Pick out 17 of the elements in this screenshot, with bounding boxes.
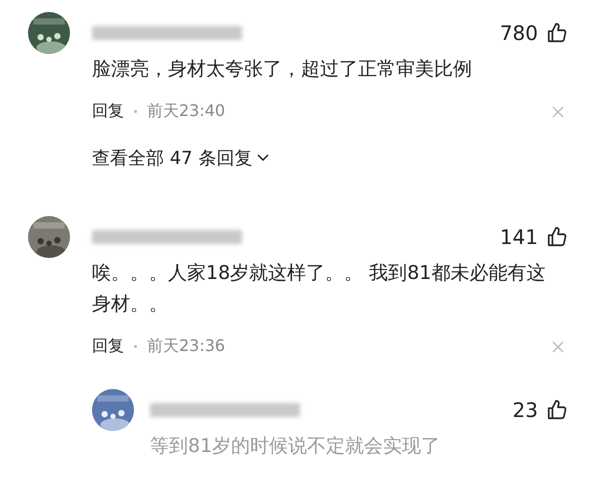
thumbs-up-icon[interactable] — [546, 399, 568, 421]
like-count: 23 — [512, 398, 538, 422]
reply-link[interactable]: 回复 — [92, 101, 134, 122]
separator-dot — [134, 110, 137, 113]
reply-text: 等到81岁的时候说不定就会实现了 — [150, 434, 442, 459]
thumbs-up-icon[interactable] — [546, 226, 568, 248]
reply-link[interactable]: 回复 — [92, 336, 134, 357]
like-count: 141 — [500, 225, 538, 249]
like-count: 780 — [500, 21, 538, 45]
thumbs-up-icon[interactable] — [546, 22, 568, 44]
chevron-down-icon[interactable] — [256, 153, 270, 163]
comment-time: 前天23:40 — [147, 101, 226, 122]
comment-text: 脸漂亮，身材太夸张了，超过了正常审美比例 — [92, 57, 473, 82]
separator-dot — [134, 345, 137, 348]
comment-time: 前天23:36 — [147, 336, 226, 357]
comment-text: 唉。。。人家18岁就这样了。。 我到81都未必能有这身材。。 — [92, 261, 546, 317]
view-replies-link[interactable]: 查看全部 47 条回复 — [92, 146, 270, 170]
